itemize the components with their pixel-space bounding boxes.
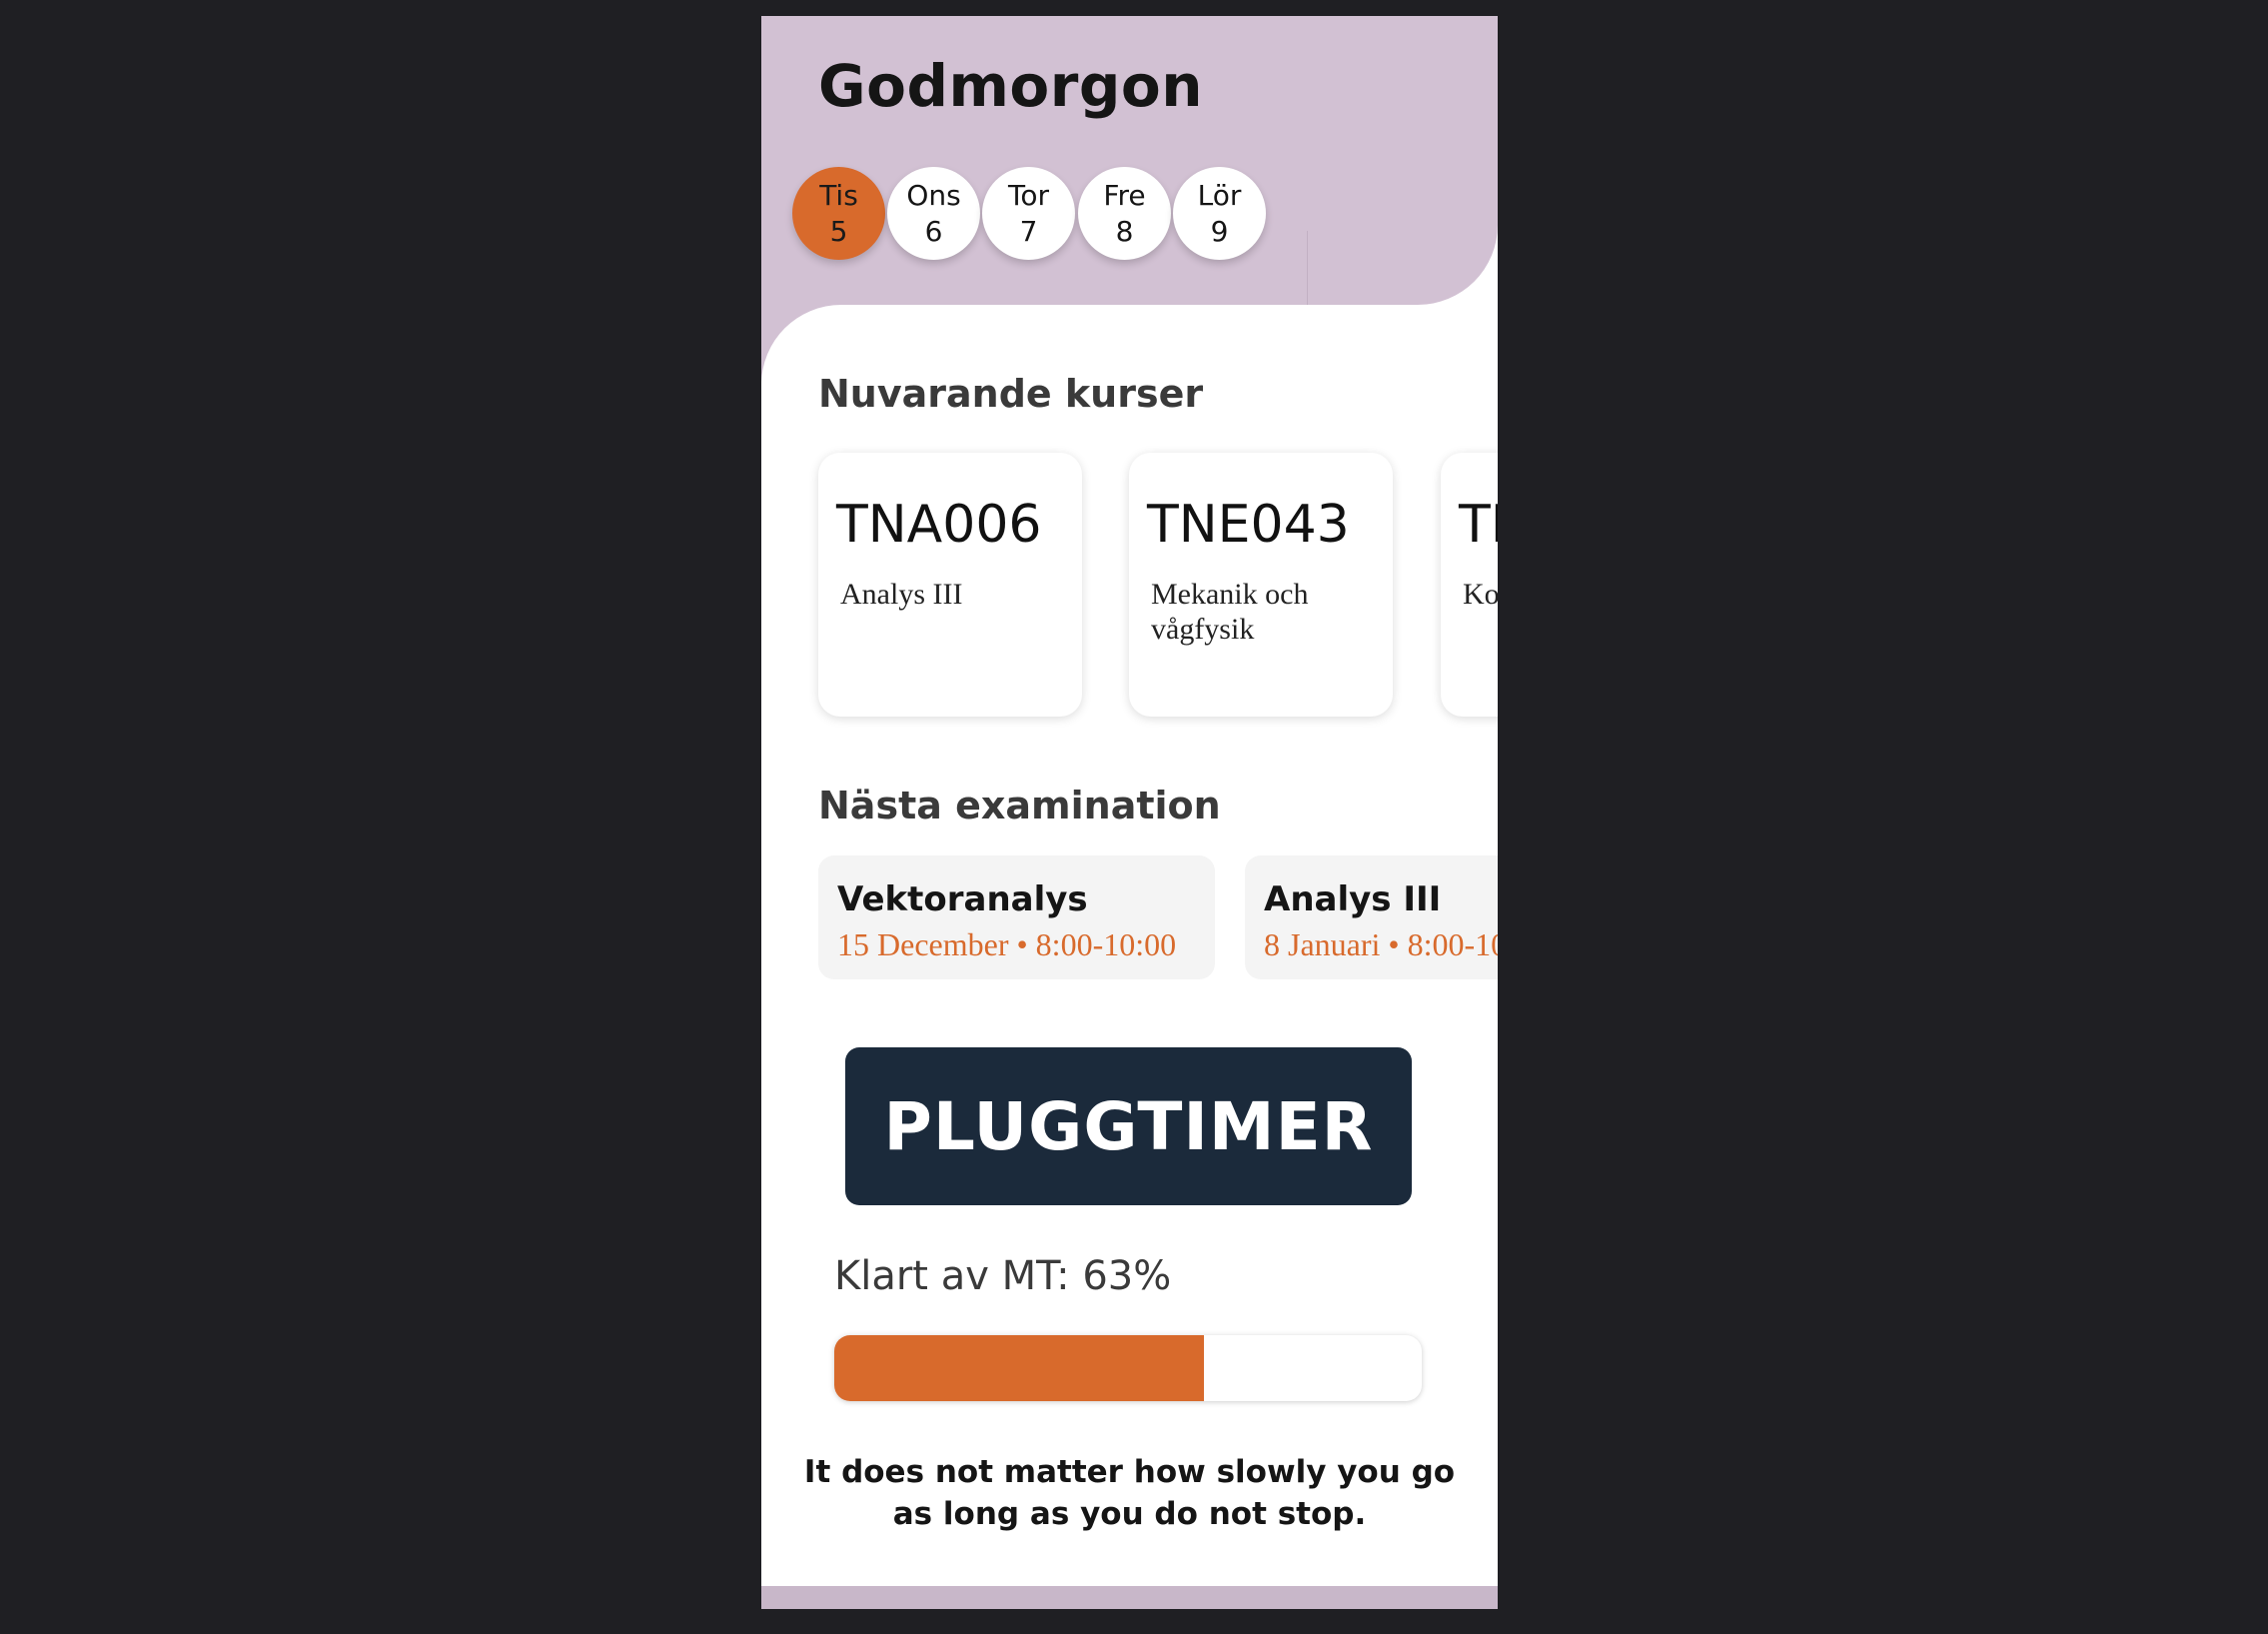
exam-name: Vektoranalys bbox=[837, 879, 1088, 919]
course-code: TNA006 bbox=[836, 495, 1042, 555]
day-name: Tor bbox=[1008, 178, 1049, 212]
progress-bar bbox=[834, 1335, 1422, 1401]
pluggtimer-button[interactable]: PLUGGTIMER bbox=[845, 1047, 1412, 1205]
day-name: Fre bbox=[1103, 178, 1146, 212]
motivational-quote: It does not matter how slowly you go as … bbox=[803, 1454, 1456, 1532]
day-name: Tis bbox=[819, 178, 858, 212]
course-card[interactable]: TN Ko anv bbox=[1441, 453, 1498, 717]
header-divider bbox=[1307, 231, 1308, 305]
course-code: TN bbox=[1459, 495, 1498, 555]
day-button-fre[interactable]: Fre 8 bbox=[1078, 167, 1171, 260]
progress-fill bbox=[834, 1335, 1205, 1401]
bottom-nav-strip bbox=[761, 1586, 1498, 1609]
exam-card[interactable]: Analys III 8 Januari • 8:00-10:00 bbox=[1245, 855, 1498, 979]
day-button-tor[interactable]: Tor 7 bbox=[982, 167, 1075, 260]
course-name: Analys III bbox=[840, 578, 963, 611]
greeting-title: Godmorgon bbox=[818, 52, 1204, 120]
progress-label: Klart av MT: 63% bbox=[834, 1253, 1172, 1299]
day-name: Ons bbox=[906, 178, 961, 212]
exam-date: 15 December • 8:00-10:00 bbox=[837, 926, 1177, 962]
exam-name: Analys III bbox=[1264, 879, 1442, 919]
app-screen: Godmorgon Tis 5 Ons 6 Tor 7 Fre 8 Lör 9 … bbox=[761, 16, 1498, 1609]
exam-card[interactable]: Vektoranalys 15 December • 8:00-10:00 bbox=[818, 855, 1215, 979]
course-code: TNE043 bbox=[1147, 495, 1350, 555]
course-name: Mekanik och vågfysik bbox=[1151, 578, 1309, 646]
day-name: Lör bbox=[1197, 178, 1242, 212]
course-card[interactable]: TNE043 Mekanik och vågfysik bbox=[1129, 453, 1393, 717]
day-button-tis[interactable]: Tis 5 bbox=[792, 167, 885, 260]
header: Godmorgon Tis 5 Ons 6 Tor 7 Fre 8 Lör 9 bbox=[761, 16, 1498, 305]
day-date: 8 bbox=[1115, 214, 1134, 248]
course-card[interactable]: TNA006 Analys III bbox=[818, 453, 1082, 717]
day-date: 9 bbox=[1210, 214, 1229, 248]
day-date: 6 bbox=[924, 214, 943, 248]
exam-date: 8 Januari • 8:00-10:00 bbox=[1264, 926, 1498, 962]
day-date: 7 bbox=[1019, 214, 1038, 248]
courses-section-title: Nuvarande kurser bbox=[818, 372, 1204, 416]
day-button-ons[interactable]: Ons 6 bbox=[887, 167, 980, 260]
exams-section-title: Nästa examination bbox=[818, 784, 1221, 827]
course-name: Ko anv bbox=[1463, 578, 1498, 611]
day-date: 5 bbox=[829, 214, 848, 248]
day-button-lor[interactable]: Lör 9 bbox=[1173, 167, 1266, 260]
